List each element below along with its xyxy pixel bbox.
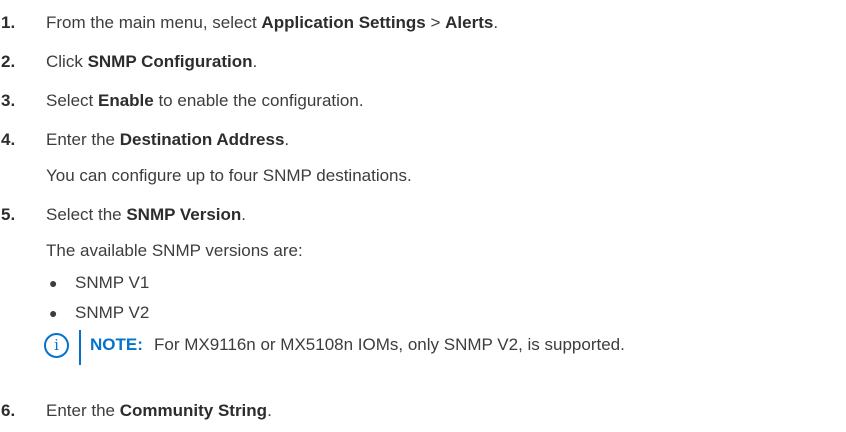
- menu-path-alerts: Alerts: [445, 13, 494, 32]
- step-punct: .: [493, 13, 499, 32]
- snmp-version-label: SNMP Version: [126, 205, 242, 224]
- step-detail-text: The available SNMP versions are:: [46, 241, 303, 260]
- step-number: 3.: [1, 91, 16, 110]
- note-text: For MX9116n or MX5108n IOMs, only SNMP V…: [154, 335, 625, 354]
- enable-label: Enable: [97, 91, 154, 110]
- note-label: NOTE:: [90, 335, 143, 354]
- step-number: 2.: [1, 52, 16, 71]
- step-number: 4.: [1, 130, 16, 149]
- info-icon: i: [44, 333, 69, 358]
- step-punct: .: [284, 130, 290, 149]
- step-text: Select: [46, 91, 98, 110]
- snmp-version-item: SNMP V1: [75, 273, 150, 292]
- bullet-icon: ●: [49, 305, 58, 321]
- path-separator: >: [425, 13, 446, 32]
- step-detail-text: You can configure up to four SNMP destin…: [46, 166, 412, 185]
- step-text: Click: [46, 52, 88, 71]
- snmp-configuration-label: SNMP Configuration: [87, 52, 253, 71]
- community-string-label: Community String: [119, 401, 268, 420]
- step-number: 5.: [1, 205, 16, 224]
- step-punct: .: [252, 52, 258, 71]
- step-punct: .: [267, 401, 272, 420]
- snmp-version-item: SNMP V2: [75, 303, 150, 322]
- step-punct: .: [241, 205, 247, 224]
- step-text: Select the: [46, 205, 127, 224]
- destination-address-label: Destination Address: [119, 130, 285, 149]
- bullet-icon: ●: [49, 275, 58, 291]
- step-number: 1.: [1, 13, 16, 32]
- step-number: 6.: [1, 401, 16, 420]
- step-text: Enter the: [46, 401, 120, 420]
- note-divider: [79, 330, 81, 365]
- step-text: From the main menu, select: [46, 13, 262, 32]
- menu-path-application-settings: Application Settings: [261, 13, 426, 32]
- step-text-post: to enable the configuration.: [153, 91, 364, 110]
- step-text: Enter the: [46, 130, 120, 149]
